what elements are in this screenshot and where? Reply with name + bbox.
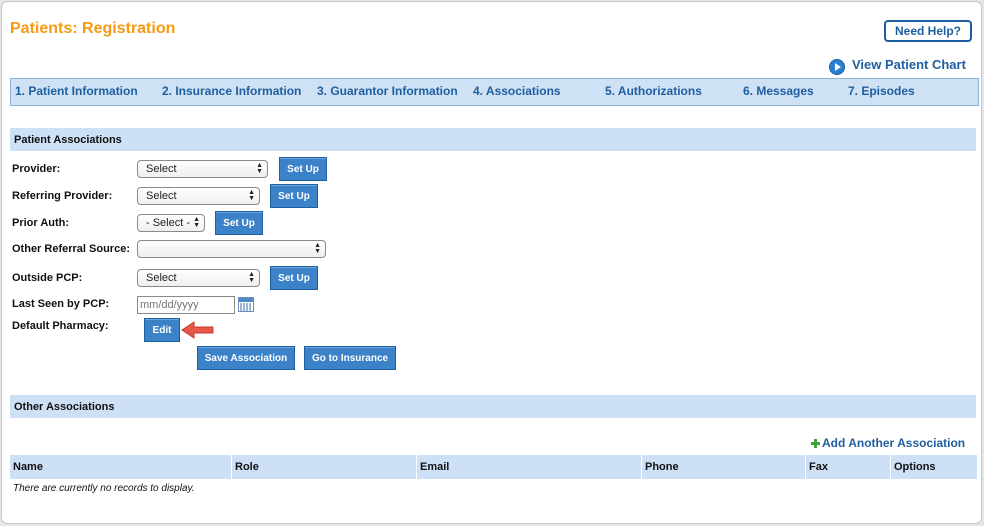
registration-panel: Patients: Registration Need Help? View P… (1, 1, 982, 524)
referring-provider-select-value: Select (146, 190, 177, 202)
play-circle-icon (829, 59, 845, 75)
prior-auth-select-value: - Select - (146, 217, 191, 229)
select-arrows-icon: ▲ ▼ (193, 216, 200, 229)
select-arrows-icon: ▲ ▼ (256, 162, 263, 175)
tab-guarantor-information[interactable]: 3. Guarantor Information (317, 84, 458, 98)
view-patient-chart-link[interactable]: View Patient Chart (829, 54, 966, 75)
referring-provider-select[interactable]: Select ▲ ▼ (137, 187, 260, 205)
patient-associations-header: Patient Associations (10, 128, 976, 151)
tab-messages[interactable]: 6. Messages (743, 84, 814, 98)
column-header-fax[interactable]: Fax (806, 455, 891, 479)
need-help-button[interactable]: Need Help? (884, 20, 972, 42)
column-header-options: Options (894, 461, 936, 473)
last-seen-label: Last Seen by PCP: (12, 298, 110, 310)
default-pharmacy-label: Default Pharmacy: (12, 320, 109, 332)
select-arrows-icon: ▲ ▼ (248, 189, 255, 202)
prior-auth-label: Prior Auth: (12, 217, 70, 229)
provider-select[interactable]: Select ▲ ▼ (137, 160, 268, 178)
referring-provider-setup-button[interactable]: Set Up (270, 184, 318, 208)
other-associations-header: Other Associations (10, 395, 976, 418)
tab-associations[interactable]: 4. Associations (473, 84, 561, 98)
other-referral-source-select[interactable]: ▲ ▼ (137, 240, 326, 258)
provider-select-value: Select (146, 163, 177, 175)
red-arrow-icon (181, 321, 214, 339)
tab-authorizations[interactable]: 5. Authorizations (605, 84, 702, 98)
default-pharmacy-edit-button[interactable]: Edit (144, 318, 180, 342)
last-seen-date-input[interactable] (137, 296, 235, 314)
select-arrows-icon: ▲ ▼ (248, 271, 255, 284)
column-header-name[interactable]: Name (10, 455, 232, 479)
outside-pcp-setup-button[interactable]: Set Up (270, 266, 318, 290)
provider-setup-button[interactable]: Set Up (279, 157, 327, 181)
associations-table-header: Name Role Email Phone Fax Options (10, 455, 977, 479)
registration-tabs: 1. Patient Information 2. Insurance Info… (10, 78, 979, 106)
other-referral-source-label: Other Referral Source: (12, 243, 130, 255)
outside-pcp-select[interactable]: Select ▲ ▼ (137, 269, 260, 287)
calendar-icon[interactable] (238, 297, 254, 312)
view-patient-chart-label: View Patient Chart (852, 56, 966, 72)
add-another-association-link[interactable]: Add Another Association (811, 436, 965, 450)
outside-pcp-select-value: Select (146, 272, 177, 284)
referring-provider-label: Referring Provider: (12, 190, 113, 202)
go-to-insurance-button[interactable]: Go to Insurance (304, 346, 396, 370)
column-header-phone[interactable]: Phone (642, 455, 806, 479)
empty-table-message: There are currently no records to displa… (13, 483, 195, 494)
plus-icon (811, 438, 820, 448)
page-title: Patients: Registration (10, 20, 176, 37)
prior-auth-setup-button[interactable]: Set Up (215, 211, 263, 235)
tab-insurance-information[interactable]: 2. Insurance Information (162, 84, 301, 98)
prior-auth-select[interactable]: - Select - ▲ ▼ (137, 214, 205, 232)
provider-label: Provider: (12, 163, 61, 175)
select-arrows-icon: ▲ ▼ (314, 242, 321, 255)
add-another-association-label: Add Another Association (822, 436, 966, 450)
tab-patient-information[interactable]: 1. Patient Information (15, 84, 138, 98)
column-header-email[interactable]: Email (417, 455, 642, 479)
column-header-role[interactable]: Role (232, 455, 417, 479)
tab-episodes[interactable]: 7. Episodes (848, 84, 915, 98)
outside-pcp-label: Outside PCP: (12, 272, 83, 284)
save-association-button[interactable]: Save Association (197, 346, 295, 370)
